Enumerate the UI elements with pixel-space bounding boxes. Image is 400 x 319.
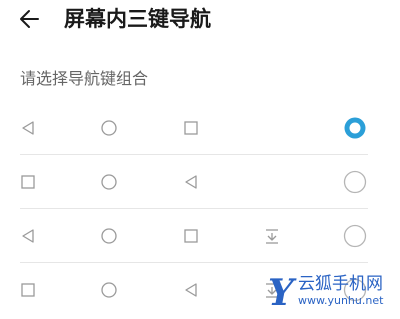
recents-square-icon (181, 118, 201, 138)
home-circle-icon (99, 280, 119, 300)
home-circle-icon (99, 118, 119, 138)
recents-square-icon (18, 172, 38, 192)
radio-unselected[interactable] (343, 224, 367, 248)
recents-square-icon (18, 280, 38, 300)
nav-option-row-3[interactable] (0, 209, 400, 263)
arrow-left-icon (20, 10, 39, 28)
watermark: Y 云狐手机网 www.yunhu.net (268, 273, 396, 313)
back-triangle-icon (181, 280, 201, 300)
back-triangle-icon (181, 172, 201, 192)
radio-selected[interactable] (343, 116, 367, 140)
back-button[interactable] (14, 4, 44, 34)
watermark-url: www.yunhu.net (298, 294, 384, 307)
home-circle-icon (99, 226, 119, 246)
watermark-brand: 云狐手机网 (298, 274, 383, 294)
header: 屏幕内三键导航 (0, 0, 400, 40)
radio-unselected[interactable] (343, 170, 367, 194)
back-triangle-icon (18, 226, 38, 246)
nav-option-row-2[interactable] (0, 155, 400, 209)
page-title: 屏幕内三键导航 (64, 7, 211, 31)
notification-pulldown-icon (262, 226, 282, 246)
home-circle-icon (99, 172, 119, 192)
watermark-logo-letter: Y (268, 272, 294, 314)
back-triangle-icon (18, 118, 38, 138)
section-label: 请选择导航键组合 (20, 69, 149, 88)
recents-square-icon (181, 226, 201, 246)
nav-option-row-1[interactable] (0, 101, 400, 155)
